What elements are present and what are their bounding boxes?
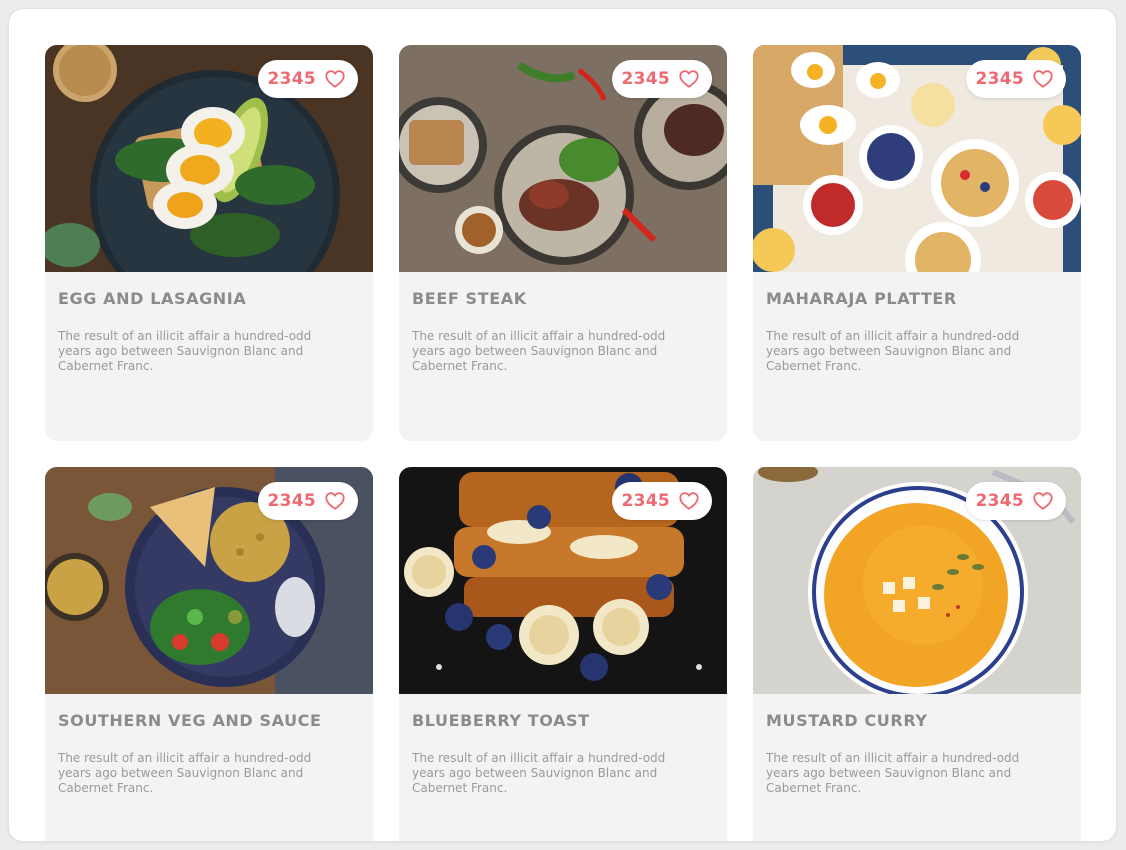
like-count: 2345 — [975, 69, 1024, 89]
food-card-blueberry-toast[interactable]: 2345 BLUEBERRY TOAST The result of an il… — [399, 467, 727, 841]
food-card-mustard-curry[interactable]: 2345 MUSTARD CURRY The result of an illi… — [753, 467, 1081, 841]
like-button[interactable]: 2345 — [258, 60, 358, 98]
card-title[interactable]: EGG AND LASAGNIA — [58, 289, 373, 308]
page-frame: 2345 EGG AND LASAGNIA The result of an i… — [9, 9, 1116, 841]
like-count: 2345 — [621, 69, 670, 89]
like-button[interactable]: 2345 — [612, 482, 712, 520]
like-count: 2345 — [267, 69, 316, 89]
like-button[interactable]: 2345 — [258, 482, 358, 520]
card-image-veg-bowl: 2345 — [45, 467, 373, 694]
card-title[interactable]: MAHARAJA PLATTER — [766, 289, 1081, 308]
card-description: The result of an illicit affair a hundre… — [58, 751, 312, 795]
heart-icon[interactable] — [1032, 68, 1054, 90]
food-card-southern-veg-and-sauce[interactable]: 2345 SOUTHERN VEG AND SAUCE The result o… — [45, 467, 373, 841]
food-card-egg-and-lasagnia[interactable]: 2345 EGG AND LASAGNIA The result of an i… — [45, 45, 373, 441]
like-count: 2345 — [267, 491, 316, 511]
card-image-egg-avocado-toast: 2345 — [45, 45, 373, 272]
like-button[interactable]: 2345 — [966, 482, 1066, 520]
card-title[interactable]: SOUTHERN VEG AND SAUCE — [58, 711, 373, 730]
like-button[interactable]: 2345 — [612, 60, 712, 98]
card-description: The result of an illicit affair a hundre… — [766, 329, 1020, 373]
heart-icon[interactable] — [1032, 490, 1054, 512]
heart-icon[interactable] — [678, 68, 700, 90]
card-title[interactable]: BEEF STEAK — [412, 289, 727, 308]
food-card-maharaja-platter[interactable]: 2345 MAHARAJA PLATTER The result of an i… — [753, 45, 1081, 441]
card-image-breakfast-platter: 2345 — [753, 45, 1081, 272]
card-description: The result of an illicit affair a hundre… — [412, 751, 666, 795]
food-card-beef-steak[interactable]: 2345 BEEF STEAK The result of an illicit… — [399, 45, 727, 441]
like-count: 2345 — [621, 491, 670, 511]
card-title[interactable]: BLUEBERRY TOAST — [412, 711, 727, 730]
card-description: The result of an illicit affair a hundre… — [58, 329, 312, 373]
like-button[interactable]: 2345 — [966, 60, 1066, 98]
food-card-grid: 2345 EGG AND LASAGNIA The result of an i… — [45, 45, 1081, 841]
like-count: 2345 — [975, 491, 1024, 511]
card-description: The result of an illicit affair a hundre… — [412, 329, 666, 373]
card-image-orange-soup: 2345 — [753, 467, 1081, 694]
heart-icon[interactable] — [324, 490, 346, 512]
card-description: The result of an illicit affair a hundre… — [766, 751, 1020, 795]
heart-icon[interactable] — [678, 490, 700, 512]
card-image-french-toast: 2345 — [399, 467, 727, 694]
card-title[interactable]: MUSTARD CURRY — [766, 711, 1081, 730]
heart-icon[interactable] — [324, 68, 346, 90]
card-image-beef-steak: 2345 — [399, 45, 727, 272]
